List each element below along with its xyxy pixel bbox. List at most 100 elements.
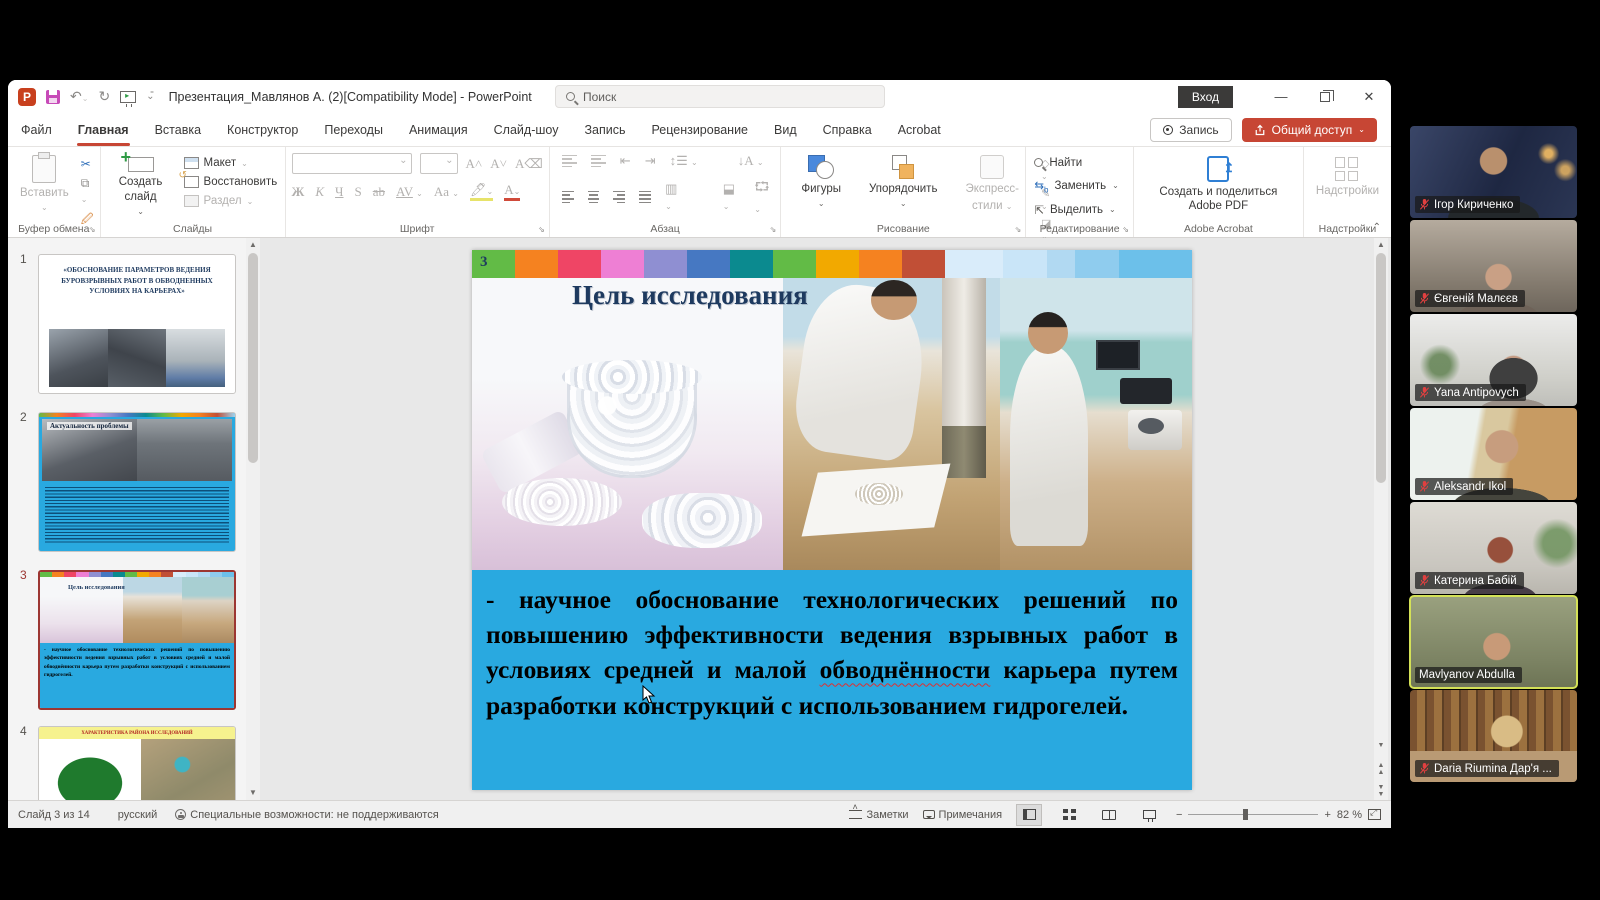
replace-button[interactable]: ⇆bЗаменить⌄ xyxy=(1032,175,1127,196)
zoom-percentage[interactable]: 82 % xyxy=(1337,809,1362,821)
strikethrough-button[interactable]: ab xyxy=(373,184,385,200)
accessibility-status[interactable]: Специальные возможности: не поддерживают… xyxy=(190,809,438,821)
thumbnail-scrollbar[interactable]: ▲ ▼ xyxy=(246,238,260,800)
close-button[interactable]: ✕ xyxy=(1347,80,1391,113)
font-size-combobox[interactable] xyxy=(420,153,458,174)
slide-counter[interactable]: Слайд 3 из 14 xyxy=(18,809,90,821)
slide-body-textbox[interactable]: - научное обоснование технологических ре… xyxy=(472,570,1192,790)
increase-indent-icon[interactable]: ⇥ xyxy=(645,153,656,169)
new-slide-button[interactable]: Создать слайд⌄ xyxy=(107,153,175,219)
tab-design[interactable]: Конструктор xyxy=(214,114,311,146)
reset-button[interactable]: Восстановить xyxy=(181,174,281,190)
highlight-button[interactable]: 🖊⌄ xyxy=(470,182,493,201)
shrink-font-icon[interactable]: А˅ xyxy=(490,156,507,172)
scroll-down-icon[interactable]: ▼ xyxy=(1374,740,1388,756)
smartart-convert-icon[interactable]: ⮔ ⌄ xyxy=(754,178,774,216)
character-spacing-button[interactable]: AV ⌄ xyxy=(396,184,423,200)
save-icon[interactable] xyxy=(46,90,60,104)
slideshow-view-button[interactable] xyxy=(1136,804,1162,826)
slide-thumbnail-3-current[interactable]: Цель исследования - научное обоснование … xyxy=(38,570,236,710)
scroll-up-icon[interactable]: ▲ xyxy=(1374,238,1388,252)
tab-record[interactable]: Запись xyxy=(571,114,638,146)
zoom-slider-thumb[interactable] xyxy=(1243,809,1248,820)
participant-tile[interactable]: Євгеній Малєєв xyxy=(1410,220,1577,312)
participant-tile[interactable]: Daria Riumina Дар'я ... xyxy=(1410,690,1577,782)
tab-acrobat[interactable]: Acrobat xyxy=(885,114,954,146)
comments-button[interactable]: Примечания xyxy=(923,809,1003,821)
cut-icon[interactable]: ✂ xyxy=(81,157,94,171)
tab-home[interactable]: Главная xyxy=(65,114,142,146)
hydrogel-photo[interactable] xyxy=(472,278,783,570)
minimize-button[interactable]: — xyxy=(1259,80,1303,113)
undo-icon[interactable]: ↶⌄ xyxy=(70,88,88,105)
create-pdf-button[interactable]: Создать и поделиться Adobe PDF xyxy=(1137,153,1299,219)
scroll-down-icon[interactable]: ▼ xyxy=(246,786,260,800)
scrollbar-thumb[interactable] xyxy=(248,253,258,463)
start-slideshow-icon[interactable] xyxy=(120,91,136,103)
change-case-button[interactable]: Aa ⌄ xyxy=(434,184,459,200)
line-spacing-icon[interactable]: ↕☰ ⌄ xyxy=(670,153,698,169)
tab-transitions[interactable]: Переходы xyxy=(311,114,396,146)
slide-thumbnail-2[interactable]: Актуальность проблемы xyxy=(38,412,236,552)
paragraph-dialog-launcher[interactable]: ⇘ xyxy=(770,225,777,234)
tab-view[interactable]: Вид xyxy=(761,114,810,146)
clipboard-dialog-launcher[interactable]: ⇘ xyxy=(89,225,96,234)
tab-help[interactable]: Справка xyxy=(810,114,885,146)
align-right-icon[interactable] xyxy=(613,191,625,204)
arrange-button[interactable]: Упорядочить⌄ xyxy=(863,153,943,219)
align-left-icon[interactable] xyxy=(562,191,574,204)
tab-file[interactable]: Файл xyxy=(8,114,65,146)
shapes-button[interactable]: Фигуры⌄ xyxy=(795,153,847,219)
bold-button[interactable]: Ж xyxy=(292,184,305,200)
tab-insert[interactable]: Вставка xyxy=(142,114,214,146)
participant-tile[interactable]: Ігор Кириченко xyxy=(1410,126,1577,218)
collapse-ribbon-icon[interactable]: ⌃ xyxy=(1373,222,1381,233)
numbering-icon[interactable] xyxy=(591,155,606,168)
bullets-icon[interactable] xyxy=(562,155,577,168)
share-button[interactable]: Общий доступ ⌄ xyxy=(1242,118,1377,142)
language-indicator[interactable]: русский xyxy=(118,809,157,821)
align-center-icon[interactable] xyxy=(588,191,600,204)
scrollbar-thumb[interactable] xyxy=(1376,253,1386,483)
italic-button[interactable]: К xyxy=(315,184,324,200)
font-dialog-launcher[interactable]: ⇘ xyxy=(538,225,545,234)
zoom-out-button[interactable]: − xyxy=(1176,809,1182,821)
text-shadow-button[interactable]: S xyxy=(355,184,362,200)
justify-icon[interactable] xyxy=(639,191,651,204)
font-color-button[interactable]: А⌄ xyxy=(504,182,520,201)
columns-icon[interactable]: ▥ ⌄ xyxy=(665,181,683,213)
section-button[interactable]: Раздел⌄ xyxy=(181,193,281,209)
slide-scrollbar[interactable]: ▲ ▼ ▲▲ ▼▼ xyxy=(1374,238,1388,800)
paste-button[interactable]: Вставить⌄ xyxy=(14,153,75,219)
lab-scale-photo[interactable] xyxy=(1000,278,1192,570)
scroll-up-icon[interactable]: ▲ xyxy=(246,238,260,252)
copy-icon[interactable]: ⧉ ⌄ xyxy=(81,176,94,205)
zoom-slider[interactable] xyxy=(1188,814,1318,816)
slide-sorter-view-button[interactable] xyxy=(1056,804,1082,826)
quick-styles-button[interactable]: Экспресс-стили ⌄ xyxy=(959,153,1025,219)
customize-toolbar-icon[interactable]: ⌄̄ xyxy=(146,91,154,102)
lab-experiment-photo[interactable] xyxy=(783,278,1000,570)
editing-dialog-launcher[interactable]: ⇘ xyxy=(1122,225,1129,234)
drawing-dialog-launcher[interactable]: ⇘ xyxy=(1015,225,1022,234)
slide-canvas[interactable]: 3 xyxy=(472,250,1192,790)
previous-slide-button[interactable]: ▲▲ xyxy=(1374,760,1388,776)
restore-button[interactable] xyxy=(1303,80,1347,113)
participant-tile[interactable]: Aleksandr Ikol xyxy=(1410,408,1577,500)
slide-title[interactable]: Цель исследования xyxy=(572,280,808,311)
powerpoint-logo-icon[interactable]: P xyxy=(18,88,36,106)
select-button[interactable]: ⇱Выделить⌄ xyxy=(1032,200,1127,219)
layout-button[interactable]: Макет⌄ xyxy=(181,155,281,171)
redo-icon[interactable]: ↻ xyxy=(98,88,110,105)
notes-button[interactable]: Заметки xyxy=(849,809,908,821)
underline-button[interactable]: Ч xyxy=(335,184,343,200)
addins-button[interactable]: Надстройки xyxy=(1310,153,1385,219)
tab-animations[interactable]: Анимация xyxy=(396,114,481,146)
tab-slideshow[interactable]: Слайд-шоу xyxy=(481,114,572,146)
decrease-indent-icon[interactable]: ⇤ xyxy=(620,153,631,169)
align-text-icon[interactable]: ⬓ ⌄ xyxy=(723,181,741,213)
tab-review[interactable]: Рецензирование xyxy=(638,114,761,146)
find-button[interactable]: Найти xyxy=(1032,154,1127,171)
reading-view-button[interactable] xyxy=(1096,804,1122,826)
search-input[interactable]: Поиск xyxy=(555,85,885,108)
